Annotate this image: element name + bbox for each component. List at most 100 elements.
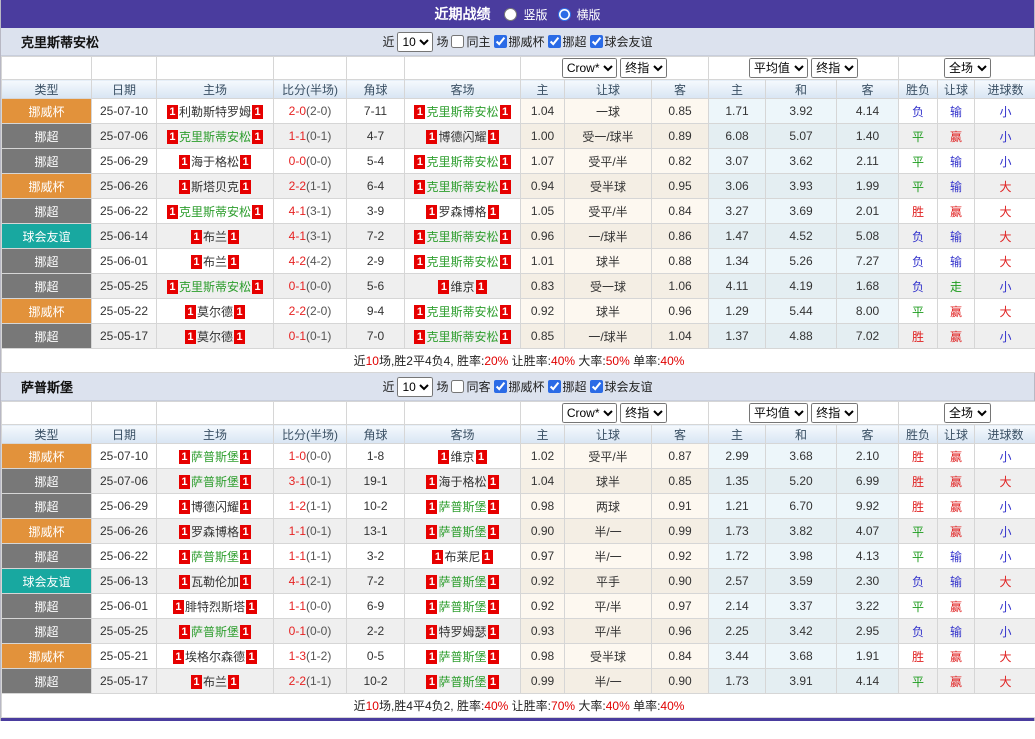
red-card-badge: 1 <box>426 129 438 144</box>
home-team-name: 克里斯蒂安松 <box>178 129 251 144</box>
red-card-badge: 1 <box>166 104 178 119</box>
red-card-badge: 1 <box>499 104 511 119</box>
avg-away-odds: 6.99 <box>836 468 900 494</box>
handicap-away-odds: 0.91 <box>650 493 710 519</box>
match-scope-select[interactable]: 全场 <box>944 403 992 423</box>
red-card-badge: 1 <box>487 599 499 614</box>
home-team-cell: 1 布兰 1 <box>156 248 274 274</box>
wdl-result: 胜 <box>898 493 939 519</box>
handicap-home-odds: 1.04 <box>520 468 565 494</box>
same-venue-checkbox[interactable] <box>451 35 465 48</box>
handicap-line: 平手 <box>564 568 652 594</box>
avg-draw-odds: 4.52 <box>765 223 838 249</box>
col-hcp-home: 主 <box>520 424 565 444</box>
halftime-score: (0-1) <box>306 129 332 143</box>
league-type-cell: 挪威杯 <box>1 298 92 324</box>
europe-stage-select[interactable]: 终指 <box>811 403 859 423</box>
goals-result: 小 <box>974 443 1035 469</box>
same-venue-checkbox[interactable] <box>451 380 465 393</box>
match-count-select[interactable]: 10 <box>397 31 434 52</box>
summary-label: 单率: <box>629 354 661 368</box>
horizontal-layout-radio[interactable] <box>557 7 571 21</box>
red-card-badge: 1 <box>190 674 202 689</box>
handicap-home-odds: 0.99 <box>520 668 565 694</box>
goals-result: 小 <box>974 593 1035 619</box>
col-corners: 角球 <box>346 424 405 444</box>
goals-result: 大 <box>974 668 1035 694</box>
summary-label: 让胜率: <box>508 699 552 713</box>
score-cell: 4-1(2-1) <box>273 568 347 594</box>
match-count-select[interactable]: 10 <box>397 376 434 397</box>
red-card-badge: 1 <box>414 104 426 119</box>
corners-cell: 13-1 <box>346 518 405 544</box>
home-team-cell: 1 罗森博格 1 <box>156 518 274 544</box>
avg-away-odds: 7.27 <box>836 248 900 274</box>
handicap-line: 球半 <box>564 298 652 324</box>
away-team-name: 维京 <box>450 449 475 464</box>
score-cell: 1-1(0-1) <box>273 123 347 149</box>
match-row: 挪威杯 25-05-22 1 莫尔德 1 2-2(2-0) 9-4 1 克里斯蒂安松 1… <box>1 298 1035 324</box>
league-type-cell: 挪超 <box>1 323 92 349</box>
corners-cell: 10-2 <box>346 493 405 519</box>
red-card-badge: 1 <box>487 624 499 639</box>
europe-average-select[interactable]: 平均值 <box>748 403 808 423</box>
col-avg-home: 主 <box>708 79 767 99</box>
cup-checkbox[interactable] <box>493 35 507 48</box>
halftime-score: (3-1) <box>306 229 332 243</box>
red-card-badge: 1 <box>438 449 450 464</box>
cup-checkbox[interactable] <box>493 380 507 393</box>
home-team-cell: 1 萨普斯堡 1 <box>156 443 274 469</box>
avg-draw-odds: 5.26 <box>765 248 838 274</box>
handicap-away-odds: 0.88 <box>650 248 710 274</box>
match-row: 挪超 25-06-01 1 腓特烈斯塔 1 1-1(0-0) 6-9 1 萨普斯堡 1 … <box>1 593 1035 619</box>
match-scope-select[interactable]: 全场 <box>944 58 992 78</box>
same-venue-label: 同主 <box>466 35 491 49</box>
red-card-badge: 1 <box>252 104 263 119</box>
home-team-name: 克里斯蒂安松 <box>178 204 251 219</box>
fulltime-score: 4-1 <box>288 204 306 218</box>
handicap-result: 赢 <box>937 593 976 619</box>
same-venue-option: 同主 <box>451 33 491 50</box>
friendly-checkbox[interactable] <box>589 35 603 48</box>
avg-away-odds: 2.11 <box>836 148 900 174</box>
column-header-row: 类型 日期 主场 比分(半场) 角球 客场 主 让球 客 主 和 客 胜负 让球… <box>1 79 1035 99</box>
handicap-home-odds: 0.83 <box>520 273 565 299</box>
handicap-away-odds: 0.82 <box>650 148 710 174</box>
avg-home-odds: 2.99 <box>708 443 767 469</box>
away-team-name: 博德闪耀 <box>438 129 487 144</box>
handicap-bookmaker-select[interactable]: Crow* <box>561 403 617 423</box>
europe-average-select[interactable]: 平均值 <box>748 58 808 78</box>
goals-result: 大 <box>974 568 1035 594</box>
handicap-result: 赢 <box>937 643 976 669</box>
handicap-bookmaker-select[interactable]: Crow* <box>561 58 617 78</box>
red-card-badge: 1 <box>475 449 487 464</box>
handicap-home-odds: 0.93 <box>520 618 565 644</box>
red-card-badge: 1 <box>426 574 438 589</box>
avg-home-odds: 1.71 <box>708 98 767 124</box>
home-team-cell: 1 克里斯蒂安松 1 <box>156 273 274 299</box>
fulltime-score: 3-1 <box>288 474 306 488</box>
filter-controls: 近 10 场 同客 挪威杯 挪超 球会友谊 <box>382 376 653 397</box>
vertical-layout-radio[interactable] <box>504 7 518 21</box>
red-card-badge: 1 <box>414 304 426 319</box>
europe-stage-select[interactable]: 终指 <box>811 58 859 78</box>
date-cell: 25-05-17 <box>91 668 157 694</box>
avg-home-odds: 2.14 <box>708 593 767 619</box>
avg-home-odds: 1.73 <box>708 518 767 544</box>
league-type-cell: 挪威杯 <box>1 173 92 199</box>
league-checkbox[interactable] <box>547 35 561 48</box>
handicap-stage-select[interactable]: 终指 <box>620 58 668 78</box>
wdl-result: 平 <box>898 668 939 694</box>
score-cell: 1-1(0-0) <box>273 593 347 619</box>
avg-draw-odds: 4.19 <box>765 273 838 299</box>
fulltime-score: 0-1 <box>288 624 306 638</box>
friendly-checkbox[interactable] <box>589 380 603 393</box>
handicap-stage-select[interactable]: 终指 <box>620 403 668 423</box>
home-team-cell: 1 海于格松 1 <box>156 148 274 174</box>
red-card-badge: 1 <box>487 204 499 219</box>
wdl-result: 负 <box>898 248 939 274</box>
league-checkbox[interactable] <box>547 380 561 393</box>
red-card-badge: 1 <box>246 649 257 664</box>
red-card-badge: 1 <box>166 129 178 144</box>
red-card-badge: 1 <box>240 624 251 639</box>
